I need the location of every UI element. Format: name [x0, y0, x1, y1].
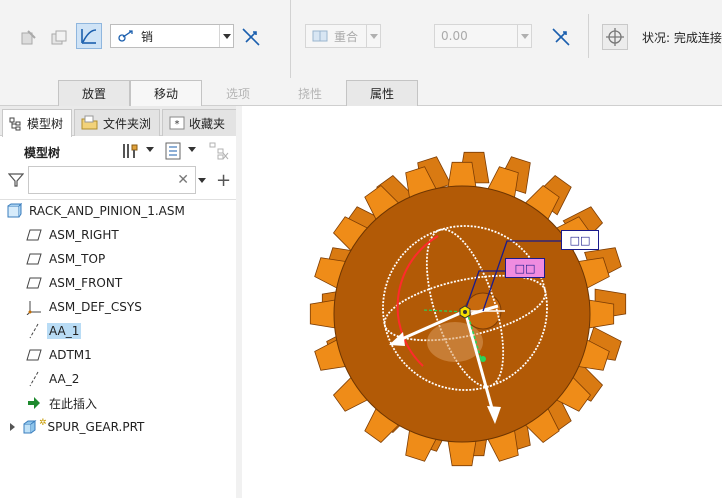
connection-type-select[interactable]: 销 [110, 24, 234, 48]
tab-move-label: 移动 [153, 87, 178, 101]
chevron-down-icon [517, 25, 531, 47]
tree-title: 模型树 [24, 146, 61, 160]
rigid-body-icon[interactable] [46, 25, 72, 51]
folder-icon [81, 115, 99, 131]
callout-label-2[interactable]: □□ [505, 258, 545, 278]
tree-item-insert-here[interactable]: 在此插入 [26, 391, 262, 415]
expand-arrow-icon[interactable] [10, 423, 22, 431]
tab-options-label: 选项 [225, 87, 250, 101]
datum-plane-icon [26, 347, 42, 363]
coincident-icon [312, 29, 328, 43]
tree-item-asm-front[interactable]: ASM_FRONT [26, 271, 262, 295]
tree-item-label: 在此插入 [49, 396, 98, 411]
tree-item-aa-2[interactable]: AA_2 [26, 367, 262, 391]
tree-filters-icon[interactable] [208, 141, 230, 161]
spur-gear-model[interactable] [243, 106, 722, 498]
tree-item-label: ASM_RIGHT [49, 228, 119, 242]
model-tree-icon [9, 117, 23, 131]
tab-properties[interactable]: 属性 [346, 80, 418, 106]
datum-plane-icon [26, 275, 42, 291]
part-icon [22, 419, 38, 435]
svg-text:*: * [175, 119, 180, 130]
insert-here-arrow-icon [26, 395, 42, 411]
status-label: 状况: [642, 31, 671, 45]
tree-item-label: ADTM1 [49, 348, 92, 362]
constraint-type-value: 重合 [334, 29, 359, 44]
offset-input: 0.00 [434, 24, 532, 48]
navigator-panel: 模型树 文件夹浏 * 收藏夹 模型树 ✕ + RACK_AND_PINION_1… [0, 106, 242, 498]
navigator-scrollbar[interactable] [236, 106, 242, 498]
tree-header: 模型树 [0, 138, 242, 166]
tab-favorites-label: 收藏夹 [189, 116, 226, 131]
coordinate-system-icon [26, 299, 42, 315]
chevron-down-icon[interactable] [219, 25, 233, 47]
status-value: 完成连接 [673, 31, 722, 45]
tab-move[interactable]: 移动 [130, 80, 202, 106]
assembly-icon [6, 203, 22, 219]
clear-icon[interactable]: ✕ [177, 172, 189, 188]
tab-folder-browser-label: 文件夹浏 [103, 116, 152, 131]
dashboard-divider [290, 0, 291, 78]
add-icon[interactable]: + [216, 170, 231, 191]
offset-value: 0.00 [441, 29, 468, 43]
tab-options: 选项 [202, 80, 274, 106]
callout-text-2: □□ [514, 261, 536, 275]
tab-model-tree-label: 模型树 [27, 117, 64, 131]
tree-item-asm-right[interactable]: ASM_RIGHT [26, 223, 262, 247]
tab-placement[interactable]: 放置 [58, 80, 130, 106]
mechanism-connection-icon[interactable] [76, 23, 102, 49]
tree-item-label: RACK_AND_PINION_1.ASM [29, 204, 185, 218]
tab-flexibility-label: 挠性 [297, 87, 322, 101]
dashboard-divider [588, 14, 589, 58]
tree-item-label-selected: AA_1 [47, 323, 82, 339]
chevron-down-icon [366, 25, 380, 47]
constraint-type-select: 重合 [305, 24, 381, 48]
tree-search: ✕ + [6, 166, 236, 196]
tree-item-label: AA_2 [49, 372, 80, 386]
reference-marker-icon [459, 305, 471, 319]
tree-item-assembly[interactable]: RACK_AND_PINION_1.ASM [6, 199, 242, 223]
tab-flexibility: 挠性 [274, 80, 346, 106]
datum-plane-icon [26, 227, 42, 243]
tree-item-label: ASM_DEF_CSYS [49, 300, 142, 314]
tree-settings-icon[interactable] [120, 141, 140, 161]
tree-item-label: ASM_TOP [49, 252, 106, 266]
tab-properties-label: 属性 [369, 87, 394, 101]
tree-item-spur-gear[interactable]: ✲ SPUR_GEAR.PRT [10, 415, 246, 439]
tree-item-asm-top[interactable]: ASM_TOP [26, 247, 262, 271]
tab-folder-browser[interactable]: 文件夹浏 [74, 109, 160, 136]
tab-model-tree[interactable]: 模型树 [2, 109, 72, 137]
flip-icon[interactable] [238, 24, 264, 50]
tree-search-input[interactable]: ✕ [28, 166, 196, 194]
chevron-down-icon[interactable] [146, 147, 154, 152]
flexible-marker-icon: ✲ [39, 418, 47, 428]
user-defined-icon[interactable] [16, 25, 42, 51]
tree-item-label: SPUR_GEAR.PRT [47, 420, 145, 434]
tree-item-aa-1[interactable]: AA_1 [26, 319, 262, 343]
tree-item-adtm1[interactable]: ADTM1 [26, 343, 262, 367]
flip-offset-icon[interactable] [548, 24, 574, 50]
navigator-tabs: 模型树 文件夹浏 * 收藏夹 [0, 106, 242, 137]
datum-axis-icon [26, 371, 42, 387]
tab-favorites[interactable]: * 收藏夹 [162, 109, 238, 136]
datum-plane-icon [26, 251, 42, 267]
favorites-star-icon: * [169, 116, 185, 130]
datum-axis-icon [26, 323, 42, 339]
pin-icon [117, 29, 135, 43]
show-tree-columns-icon[interactable] [164, 141, 182, 161]
chevron-down-icon[interactable] [188, 147, 196, 152]
callout-text-1: □□ [569, 233, 591, 247]
dashboard: 销 重合 0.00 状况: 完成连接 放置 移动 选项 挠性 属性 [0, 0, 722, 106]
chevron-down-icon[interactable] [198, 178, 206, 183]
tree-item-label: ASM_FRONT [49, 276, 123, 290]
drag-components-icon[interactable] [602, 24, 628, 50]
connection-type-value: 销 [141, 29, 154, 44]
callout-label-1[interactable]: □□ [561, 230, 599, 250]
graphics-window[interactable]: □□ □□ [243, 106, 722, 498]
tree-item-asm-def-csys[interactable]: ASM_DEF_CSYS [26, 295, 262, 319]
tab-placement-label: 放置 [81, 87, 106, 101]
status-text: 状况: 完成连接 [642, 29, 722, 46]
filter-icon[interactable] [8, 172, 24, 188]
